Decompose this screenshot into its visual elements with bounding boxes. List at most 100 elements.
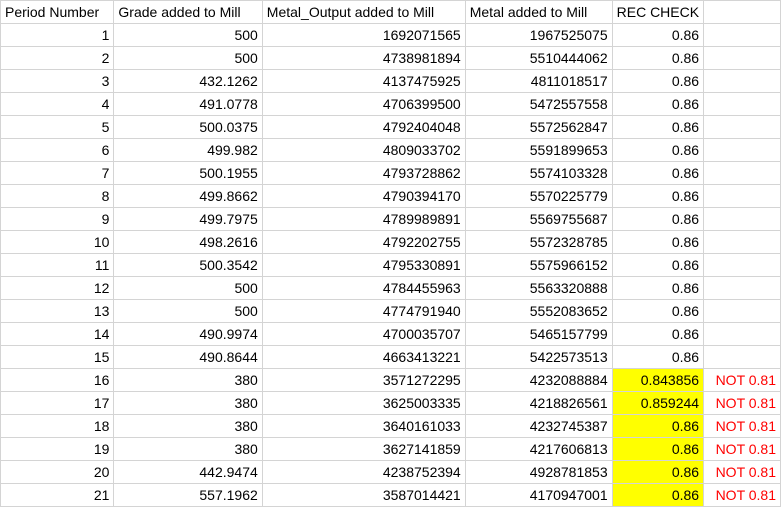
cell-grade[interactable]: 491.0778 bbox=[113, 92, 263, 116]
cell-note[interactable] bbox=[703, 138, 781, 162]
cell-period[interactable]: 12 bbox=[0, 276, 115, 300]
cell-period[interactable]: 3 bbox=[0, 69, 115, 93]
cell-note[interactable] bbox=[703, 230, 781, 254]
cell-period[interactable]: 20 bbox=[0, 460, 115, 484]
cell-period[interactable]: 1 bbox=[0, 23, 115, 47]
cell-rec-check[interactable]: 0.86 bbox=[611, 414, 705, 438]
cell-metal[interactable]: 5465157799 bbox=[464, 322, 613, 346]
cell-metal-output[interactable]: 4809033702 bbox=[261, 138, 466, 162]
cell-metal[interactable]: 4928781853 bbox=[464, 460, 613, 484]
cell-note[interactable]: NOT 0.81 bbox=[703, 414, 781, 438]
cell-rec-check[interactable]: 0.86 bbox=[611, 207, 705, 231]
cell-rec-check[interactable]: 0.86 bbox=[611, 483, 705, 507]
cell-grade[interactable]: 500.0375 bbox=[113, 115, 263, 139]
cell-rec-check[interactable]: 0.86 bbox=[611, 69, 705, 93]
cell-rec-check[interactable]: 0.86 bbox=[611, 115, 705, 139]
cell-metal-output[interactable]: 4793728862 bbox=[261, 161, 466, 185]
cell-period[interactable]: 19 bbox=[0, 437, 115, 461]
cell-note[interactable]: NOT 0.81 bbox=[703, 483, 781, 507]
cell-period[interactable]: 8 bbox=[0, 184, 115, 208]
cell-metal-output[interactable]: 3625003335 bbox=[261, 391, 466, 415]
cell-rec-check[interactable]: 0.86 bbox=[611, 299, 705, 323]
cell-metal-output[interactable]: 4706399500 bbox=[261, 92, 466, 116]
cell-metal[interactable]: 4217606813 bbox=[464, 437, 613, 461]
cell-metal-output[interactable]: 3640161033 bbox=[261, 414, 466, 438]
cell-note[interactable]: NOT 0.81 bbox=[703, 437, 781, 461]
cell-rec-check[interactable]: 0.86 bbox=[611, 460, 705, 484]
cell-grade[interactable]: 500.3542 bbox=[113, 253, 263, 277]
cell-metal[interactable]: 5574103328 bbox=[464, 161, 613, 185]
cell-rec-check[interactable]: 0.86 bbox=[611, 92, 705, 116]
cell-rec-check[interactable]: 0.86 bbox=[611, 253, 705, 277]
cell-rec-check[interactable]: 0.86 bbox=[611, 46, 705, 70]
cell-grade[interactable]: 380 bbox=[113, 368, 263, 392]
cell-period[interactable]: 16 bbox=[0, 368, 115, 392]
cell-metal-output[interactable]: 4792202755 bbox=[261, 230, 466, 254]
cell-metal[interactable]: 5552083652 bbox=[464, 299, 613, 323]
cell-metal-output[interactable]: 4790394170 bbox=[261, 184, 466, 208]
cell-period[interactable]: 4 bbox=[0, 92, 115, 116]
cell-note[interactable] bbox=[703, 115, 781, 139]
header-cell-empty[interactable] bbox=[703, 0, 781, 24]
cell-grade[interactable]: 380 bbox=[113, 414, 263, 438]
cell-period[interactable]: 14 bbox=[0, 322, 115, 346]
cell-period[interactable]: 13 bbox=[0, 299, 115, 323]
cell-note[interactable] bbox=[703, 299, 781, 323]
cell-period[interactable]: 15 bbox=[0, 345, 115, 369]
header-cell-rec-check[interactable]: REC CHECK bbox=[611, 0, 705, 24]
cell-metal-output[interactable]: 4774791940 bbox=[261, 299, 466, 323]
cell-metal-output[interactable]: 3627141859 bbox=[261, 437, 466, 461]
cell-note[interactable] bbox=[703, 161, 781, 185]
cell-note[interactable] bbox=[703, 253, 781, 277]
cell-metal-output[interactable]: 4789989891 bbox=[261, 207, 466, 231]
cell-metal-output[interactable]: 4795330891 bbox=[261, 253, 466, 277]
cell-rec-check[interactable]: 0.86 bbox=[611, 437, 705, 461]
cell-note[interactable] bbox=[703, 345, 781, 369]
cell-rec-check[interactable]: 0.86 bbox=[611, 138, 705, 162]
cell-period[interactable]: 10 bbox=[0, 230, 115, 254]
cell-period[interactable]: 18 bbox=[0, 414, 115, 438]
cell-note[interactable] bbox=[703, 46, 781, 70]
cell-note[interactable] bbox=[703, 207, 781, 231]
cell-metal[interactable]: 5472557558 bbox=[464, 92, 613, 116]
cell-note[interactable] bbox=[703, 276, 781, 300]
cell-metal-output[interactable]: 1692071565 bbox=[261, 23, 466, 47]
cell-rec-check[interactable]: 0.86 bbox=[611, 230, 705, 254]
cell-grade[interactable]: 490.8644 bbox=[113, 345, 263, 369]
cell-metal-output[interactable]: 4784455963 bbox=[261, 276, 466, 300]
cell-metal-output[interactable]: 3587014421 bbox=[261, 483, 466, 507]
cell-grade[interactable]: 557.1962 bbox=[113, 483, 263, 507]
cell-note[interactable] bbox=[703, 322, 781, 346]
cell-metal[interactable]: 4170947001 bbox=[464, 483, 613, 507]
cell-metal-output[interactable]: 4137475925 bbox=[261, 69, 466, 93]
cell-rec-check[interactable]: 0.86 bbox=[611, 161, 705, 185]
cell-note[interactable] bbox=[703, 92, 781, 116]
cell-metal-output[interactable]: 4700035707 bbox=[261, 322, 466, 346]
cell-metal[interactable]: 1967525075 bbox=[464, 23, 613, 47]
cell-period[interactable]: 6 bbox=[0, 138, 115, 162]
cell-rec-check[interactable]: 0.86 bbox=[611, 345, 705, 369]
cell-metal[interactable]: 4232088884 bbox=[464, 368, 613, 392]
cell-metal[interactable]: 5570225779 bbox=[464, 184, 613, 208]
header-cell-grade[interactable]: Grade added to Mill bbox=[113, 0, 263, 24]
header-cell-metal[interactable]: Metal added to Mill bbox=[464, 0, 613, 24]
cell-metal[interactable]: 5572562847 bbox=[464, 115, 613, 139]
cell-rec-check[interactable]: 0.86 bbox=[611, 184, 705, 208]
cell-metal[interactable]: 4218826561 bbox=[464, 391, 613, 415]
cell-grade[interactable]: 500 bbox=[113, 23, 263, 47]
cell-metal[interactable]: 4232745387 bbox=[464, 414, 613, 438]
cell-note[interactable] bbox=[703, 23, 781, 47]
cell-grade[interactable]: 500 bbox=[113, 276, 263, 300]
cell-rec-check[interactable]: 0.859244 bbox=[611, 391, 705, 415]
cell-grade[interactable]: 500.1955 bbox=[113, 161, 263, 185]
cell-metal[interactable]: 5591899653 bbox=[464, 138, 613, 162]
cell-rec-check[interactable]: 0.86 bbox=[611, 322, 705, 346]
cell-metal-output[interactable]: 3571272295 bbox=[261, 368, 466, 392]
cell-metal-output[interactable]: 4663413221 bbox=[261, 345, 466, 369]
cell-metal-output[interactable]: 4238752394 bbox=[261, 460, 466, 484]
cell-metal-output[interactable]: 4792404048 bbox=[261, 115, 466, 139]
cell-grade[interactable]: 490.9974 bbox=[113, 322, 263, 346]
cell-period[interactable]: 5 bbox=[0, 115, 115, 139]
cell-note[interactable]: NOT 0.81 bbox=[703, 368, 781, 392]
cell-note[interactable]: NOT 0.81 bbox=[703, 460, 781, 484]
